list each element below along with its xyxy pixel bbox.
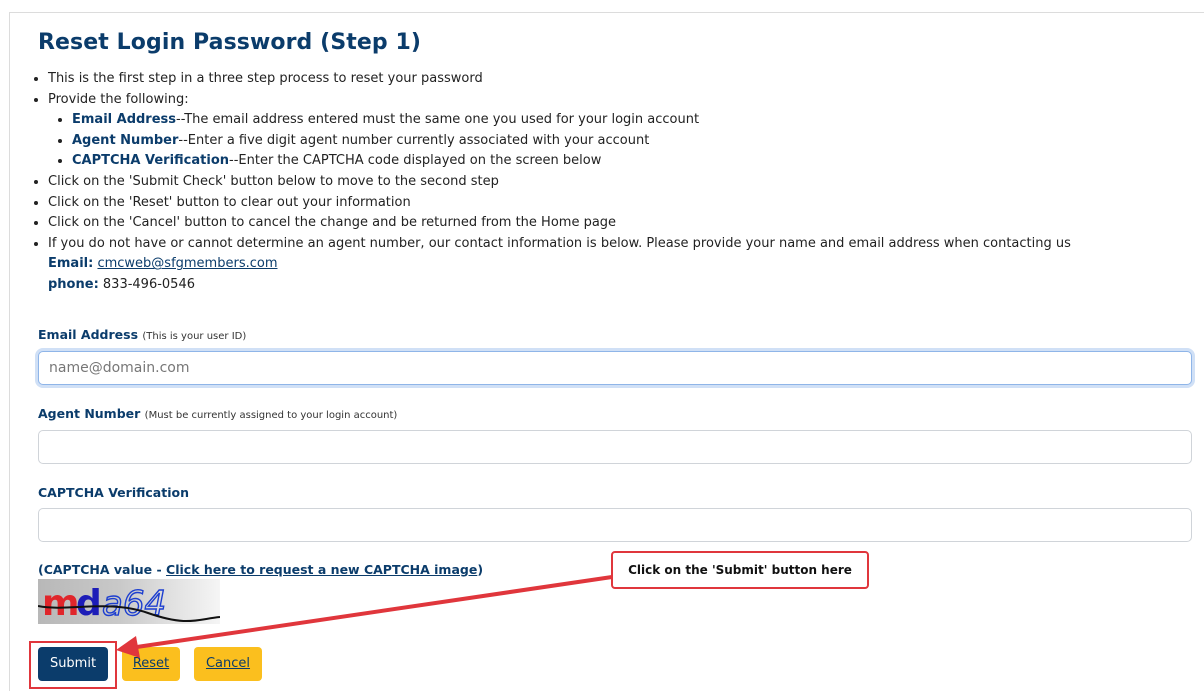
captcha-field[interactable]	[38, 508, 1192, 542]
page-title: Reset Login Password (Step 1)	[38, 30, 422, 55]
list-item: Agent Number--Enter a five digit agent n…	[72, 131, 1071, 152]
agent-label-text: Agent Number	[38, 406, 141, 421]
cancel-button[interactable]: Cancel	[194, 647, 262, 681]
contact-phone-line: phone: 833-496-0546	[48, 275, 1071, 296]
contact-note: If you do not have or cannot determine a…	[48, 235, 1071, 251]
contact-email-link[interactable]: cmcweb@sfgmembers.com	[97, 256, 277, 271]
contact-email-label: Email:	[48, 256, 94, 272]
captcha-image: m d a64	[38, 579, 220, 624]
reset-note: Click on the 'Reset' button to clear out…	[48, 194, 411, 210]
field-instruction-list: Email Address--The email address entered…	[48, 110, 1071, 172]
list-item: Click on the 'Reset' button to clear out…	[48, 193, 1071, 214]
agent-field-label: Agent Number (Must be currently assigned…	[38, 406, 397, 421]
submit-highlight-box	[29, 641, 117, 689]
reset-button[interactable]: Reset	[122, 647, 180, 681]
email-field-label: Email Address (This is your user ID)	[38, 327, 246, 342]
captcha-glyph-m: m	[42, 583, 80, 624]
captcha-field-label: CAPTCHA Verification	[38, 485, 189, 500]
field-desc-email: --The email address entered must the sam…	[176, 112, 700, 128]
submit-note: Click on the 'Submit Check' button below…	[48, 173, 499, 189]
field-desc-captcha: --Enter the CAPTCHA code displayed on th…	[229, 153, 602, 169]
contact-email-line: Email: cmcweb@sfgmembers.com	[48, 254, 1071, 275]
list-item: Provide the following: Email Address--Th…	[48, 90, 1071, 172]
agent-number-field[interactable]	[38, 430, 1192, 464]
captcha-graphic: m d a64	[38, 583, 220, 624]
contact-phone-label: phone:	[48, 276, 99, 292]
field-name-captcha: CAPTCHA Verification	[72, 153, 230, 169]
list-item: This is the first step in a three step p…	[48, 69, 1071, 90]
captcha-glyph-a64: a64	[102, 584, 166, 624]
captcha-value-line: (CAPTCHA value - Click here to request a…	[38, 562, 483, 577]
provide-text: Provide the following:	[48, 91, 189, 107]
annotation-callout: Click on the 'Submit' button here	[611, 551, 869, 589]
email-label-text: Email Address	[38, 327, 139, 342]
email-label-hint: (This is your user ID)	[142, 331, 247, 342]
list-item: CAPTCHA Verification--Enter the CAPTCHA …	[72, 151, 1071, 172]
agent-label-hint: (Must be currently assigned to your logi…	[144, 410, 398, 421]
list-item: Email Address--The email address entered…	[72, 110, 1071, 131]
field-desc-agent: --Enter a five digit agent number curren…	[178, 132, 650, 148]
instruction-list: This is the first step in a three step p…	[24, 69, 1071, 296]
list-item: Click on the 'Submit Check' button below…	[48, 172, 1071, 193]
contact-phone-value: 833-496-0546	[102, 276, 195, 292]
captcha-label-text: CAPTCHA Verification	[38, 485, 189, 500]
list-item: If you do not have or cannot determine a…	[48, 234, 1071, 296]
field-name-email: Email Address	[72, 112, 177, 128]
list-item: Click on the 'Cancel' button to cancel t…	[48, 213, 1071, 234]
new-captcha-link[interactable]: Click here to request a new CAPTCHA imag…	[166, 562, 477, 577]
cancel-note: Click on the 'Cancel' button to cancel t…	[48, 215, 617, 231]
captcha-value-prefix: (CAPTCHA value -	[38, 562, 167, 577]
field-name-agent: Agent Number	[72, 132, 179, 148]
captcha-glyph-d: d	[76, 583, 102, 624]
step-intro-text: This is the first step in a three step p…	[48, 71, 483, 86]
email-field[interactable]	[38, 351, 1192, 385]
captcha-value-suffix: )	[477, 562, 484, 577]
